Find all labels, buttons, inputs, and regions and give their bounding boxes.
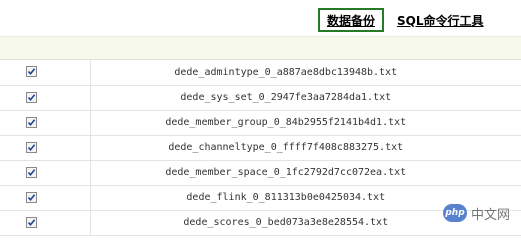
checkmark-icon <box>27 218 36 226</box>
tab-data-backup[interactable]: 数据备份 <box>318 8 384 32</box>
table-header-bar <box>0 37 521 60</box>
checkbox-cell <box>0 135 91 161</box>
file-name: dede_sys_set_0_2947fe3aa7284da1.txt <box>90 85 521 111</box>
checkmark-icon <box>27 143 36 151</box>
table-row: dede_sys_set_0_2947fe3aa7284da1.txt <box>0 85 521 111</box>
file-name: dede_admintype_0_a887ae8dbc13948b.txt <box>90 60 521 86</box>
checkbox-cell <box>0 210 91 236</box>
file-checkbox[interactable] <box>26 91 37 103</box>
file-name: dede_member_space_0_1fc2792d7cc072ea.txt <box>90 160 521 186</box>
file-checkbox[interactable] <box>26 141 37 153</box>
checkbox-cell <box>0 110 91 136</box>
file-checkbox[interactable] <box>26 116 37 128</box>
file-checkbox[interactable] <box>26 66 37 77</box>
table-row: dede_channeltype_0_ffff7f408c883275.txt <box>0 135 521 161</box>
checkmark-icon <box>27 93 36 101</box>
checkmark-icon <box>27 118 36 126</box>
checkbox-cell <box>0 85 91 111</box>
checkmark-icon <box>27 68 36 76</box>
checkmark-icon <box>27 193 36 201</box>
table-row: dede_member_group_0_84b2955f2141b4d1.txt <box>0 110 521 136</box>
file-checkbox[interactable] <box>26 216 37 228</box>
checkbox-cell <box>0 60 91 86</box>
checkmark-icon <box>27 168 36 176</box>
table-row: dede_admintype_0_a887ae8dbc13948b.txt <box>0 60 521 86</box>
tab-sql-command-line[interactable]: SQL命令行工具 <box>397 8 484 32</box>
file-checkbox[interactable] <box>26 166 37 178</box>
table-row: dede_member_space_0_1fc2792d7cc072ea.txt <box>0 160 521 186</box>
file-name: dede_member_group_0_84b2955f2141b4d1.txt <box>90 110 521 136</box>
watermark: php 中文网 <box>443 200 519 226</box>
toolbar: 数据备份 SQL命令行工具 <box>0 0 521 36</box>
checkbox-cell <box>0 160 91 186</box>
file-name: dede_channeltype_0_ffff7f408c883275.txt <box>90 135 521 161</box>
file-checkbox[interactable] <box>26 191 37 203</box>
php-logo: php <box>443 204 467 222</box>
watermark-text: 中文网 <box>471 207 511 223</box>
checkbox-cell <box>0 185 91 211</box>
